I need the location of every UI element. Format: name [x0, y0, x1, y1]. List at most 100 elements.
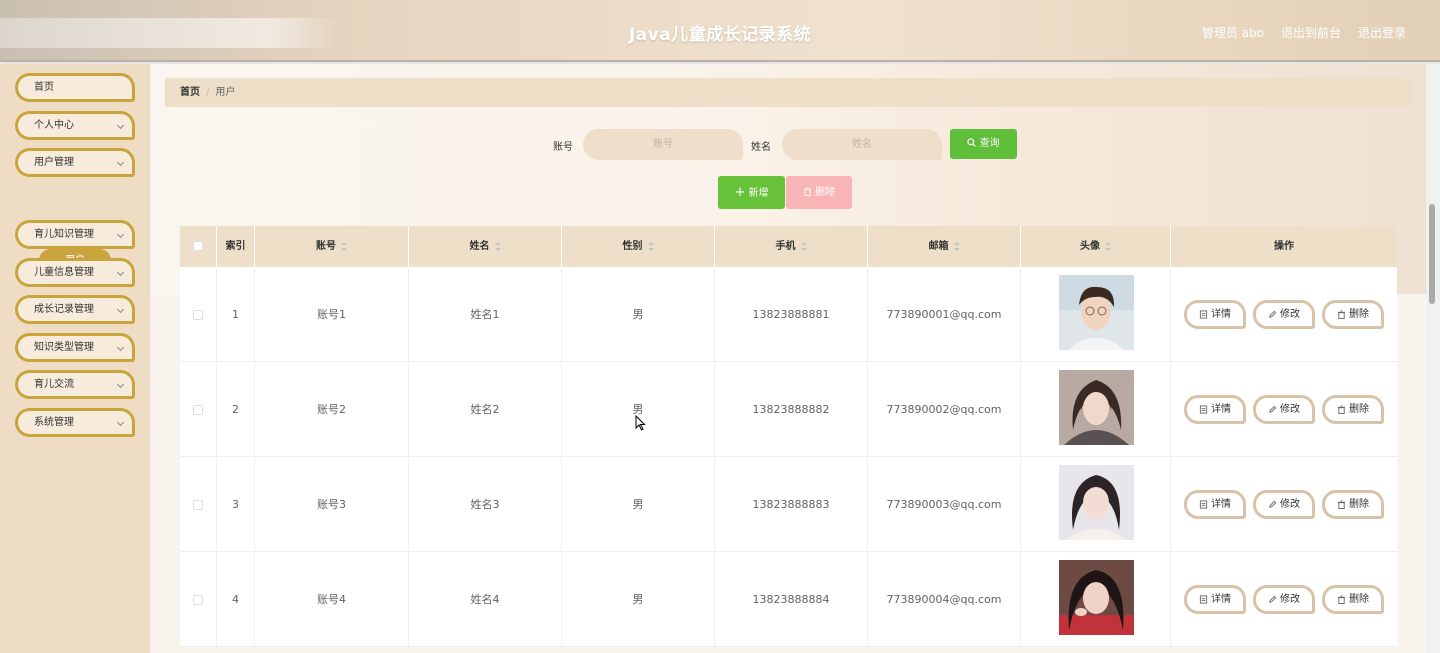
- cell-name: 姓名1: [409, 267, 562, 361]
- detail-button[interactable]: 详情: [1184, 395, 1246, 424]
- search-button-label: 查询: [979, 138, 1000, 149]
- logout-link[interactable]: 退出登录: [1358, 24, 1406, 41]
- cell-avatar: [1021, 552, 1171, 646]
- sidebar-item-personal-center[interactable]: 个人中心: [15, 111, 135, 140]
- sort-icon[interactable]: [341, 241, 347, 251]
- delete-button[interactable]: 删除: [1322, 300, 1384, 329]
- row-checkbox[interactable]: [193, 595, 203, 605]
- mouse-cursor-icon: [635, 415, 646, 431]
- sort-icon[interactable]: [647, 241, 654, 251]
- edit-label: 修改: [1280, 309, 1300, 320]
- cell-actions: 详情 修改 删除: [1171, 362, 1397, 456]
- row-checkbox[interactable]: [193, 310, 203, 320]
- cell-account: 账号2: [255, 362, 409, 456]
- detail-button[interactable]: 详情: [1184, 490, 1246, 519]
- chevron-down-icon: [116, 380, 125, 389]
- sort-icon[interactable]: [1105, 241, 1111, 251]
- sidebar-item-label: 知识类型管理: [34, 342, 94, 353]
- chevron-down-icon: [116, 305, 125, 314]
- add-button[interactable]: + 新增: [718, 176, 785, 209]
- select-all-header: [180, 226, 217, 267]
- exit-to-front-link[interactable]: 退出到前台: [1281, 24, 1341, 41]
- search-button[interactable]: 查询: [950, 129, 1017, 159]
- sidebar-item-parenting-knowledge[interactable]: 育儿知识管理: [15, 220, 135, 249]
- delete-button[interactable]: 删除: [1322, 585, 1384, 614]
- row-checkbox[interactable]: [193, 405, 203, 415]
- sidebar-item-home[interactable]: 首页: [15, 73, 135, 102]
- account-search-input[interactable]: [583, 129, 743, 160]
- delete-label: 删除: [1349, 499, 1369, 510]
- cell-name: 姓名2: [409, 362, 562, 456]
- column-header-gender[interactable]: 性别: [562, 226, 715, 267]
- chevron-down-icon: [116, 343, 125, 352]
- sidebar-item-label: 成长记录管理: [34, 304, 94, 315]
- scrollbar-thumb[interactable]: [1429, 204, 1435, 304]
- edit-icon: [1269, 405, 1277, 413]
- avatar-image[interactable]: [1059, 465, 1134, 540]
- cell-avatar: [1021, 267, 1171, 361]
- column-header-label: 账号: [316, 241, 336, 252]
- table-row: 4 账号4 姓名4 男 13823888884 773890004@qq.com: [180, 552, 1397, 647]
- edit-button[interactable]: 修改: [1253, 490, 1315, 519]
- cell-phone: 13823888884: [715, 552, 868, 646]
- column-header-email[interactable]: 邮箱: [868, 226, 1021, 267]
- avatar-image[interactable]: [1059, 275, 1134, 350]
- avatar-image[interactable]: [1059, 560, 1134, 635]
- sort-icon[interactable]: [800, 241, 807, 251]
- sidebar-item-child-info[interactable]: 儿童信息管理: [15, 258, 135, 287]
- sidebar-item-label: 首页: [34, 82, 54, 93]
- cell-index: 2: [217, 362, 255, 456]
- batch-delete-button[interactable]: 删除: [786, 176, 852, 209]
- avatar-image[interactable]: [1059, 370, 1134, 445]
- name-label: 姓名: [751, 142, 771, 153]
- edit-button[interactable]: 修改: [1253, 395, 1315, 424]
- detail-button[interactable]: 详情: [1184, 300, 1246, 329]
- sidebar-item-system-management[interactable]: 系统管理: [15, 408, 135, 437]
- column-header-avatar[interactable]: 头像: [1021, 226, 1171, 267]
- delete-label: 删除: [1349, 404, 1369, 415]
- edit-icon: [1269, 310, 1277, 318]
- row-select-cell: [180, 552, 217, 646]
- edit-button[interactable]: 修改: [1253, 585, 1315, 614]
- delete-button[interactable]: 删除: [1322, 395, 1384, 424]
- sidebar-item-user-management[interactable]: 用户管理: [15, 148, 135, 177]
- row-select-cell: [180, 457, 217, 551]
- delete-label: 删除: [1349, 309, 1369, 320]
- edit-button[interactable]: 修改: [1253, 300, 1315, 329]
- cell-phone: 13823888883: [715, 457, 868, 551]
- name-search-input[interactable]: [782, 129, 942, 160]
- sidebar-item-label: 儿童信息管理: [34, 267, 94, 278]
- sidebar-item-growth-record[interactable]: 成长记录管理: [15, 295, 135, 324]
- sidebar-item-label: 育儿交流: [34, 379, 74, 390]
- trash-icon: [803, 187, 812, 196]
- cell-account: 账号3: [255, 457, 409, 551]
- row-checkbox[interactable]: [193, 500, 203, 510]
- detail-button[interactable]: 详情: [1184, 585, 1246, 614]
- chevron-down-icon: [116, 158, 125, 167]
- row-select-cell: [180, 267, 217, 361]
- column-header-label: 头像: [1080, 241, 1100, 252]
- select-all-checkbox[interactable]: [193, 241, 203, 251]
- page-scrollbar[interactable]: [1426, 64, 1440, 653]
- column-header-name[interactable]: 姓名: [409, 226, 562, 267]
- sort-icon[interactable]: [494, 241, 501, 251]
- column-header-phone[interactable]: 手机: [715, 226, 868, 267]
- document-icon: [1199, 595, 1208, 604]
- column-header-label: 手机: [775, 241, 796, 252]
- user-table: 索引 账号 姓名 性别 手机 邮箱 头像 操作 1 账号1 姓名1 男 1382…: [180, 226, 1397, 647]
- breadcrumb-separator: /: [206, 87, 210, 98]
- breadcrumb-home[interactable]: 首页: [180, 87, 200, 98]
- edit-label: 修改: [1280, 594, 1300, 605]
- column-header-index: 索引: [217, 226, 255, 267]
- cell-email: 773890004@qq.com: [868, 552, 1021, 646]
- sort-icon[interactable]: [953, 241, 960, 251]
- table-row: 1 账号1 姓名1 男 13823888881 773890001@qq.com: [180, 267, 1397, 362]
- delete-button[interactable]: 删除: [1322, 490, 1384, 519]
- sidebar-item-parenting-exchange[interactable]: 育儿交流: [15, 370, 135, 399]
- column-header-account[interactable]: 账号: [255, 226, 409, 267]
- header-links: 管理员 abo 退出到前台 退出登录: [1202, 24, 1406, 41]
- delete-label: 删除: [1349, 594, 1369, 605]
- edit-icon: [1269, 500, 1277, 508]
- main-content: 首页 / 用户 账号 姓名 查询 + 新增 删除 索引 账号 姓名 性别 手机 邮箱…: [150, 64, 1426, 653]
- sidebar-item-knowledge-type[interactable]: 知识类型管理: [15, 333, 135, 362]
